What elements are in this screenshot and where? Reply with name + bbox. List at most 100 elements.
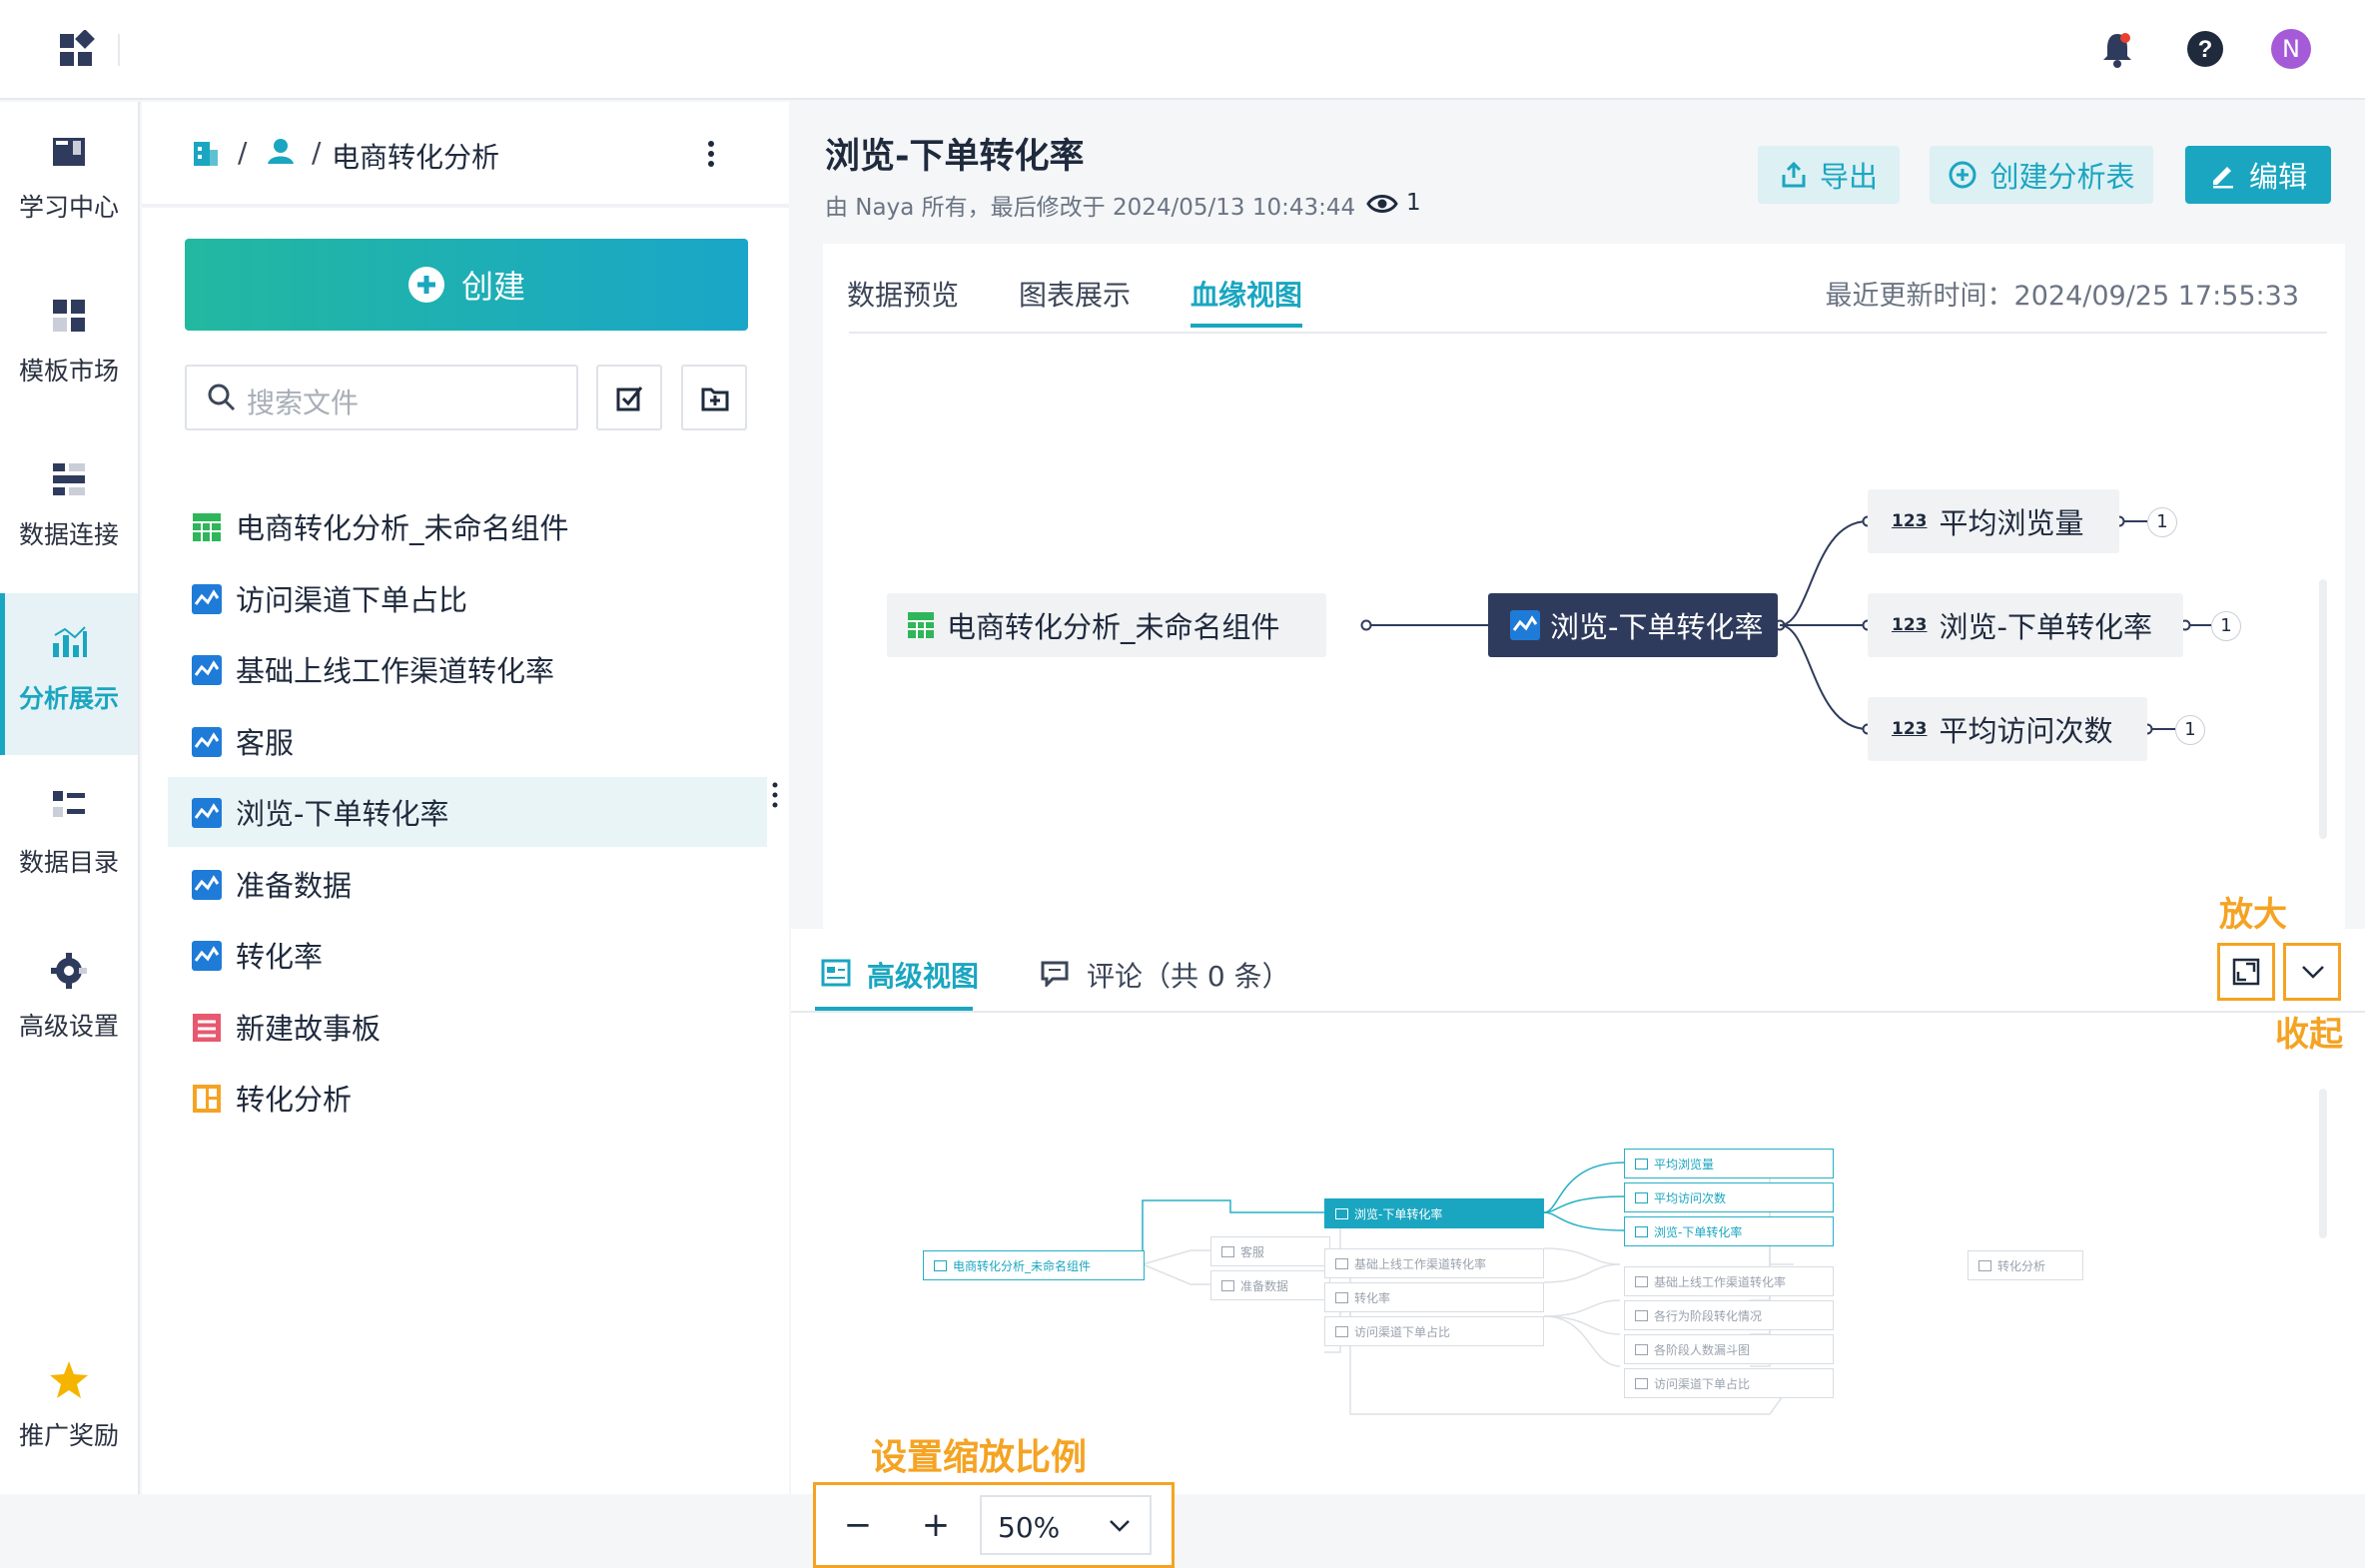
minimap-node[interactable]: 基础上线工作渠道转化率 (1324, 1248, 1544, 1278)
file-item[interactable]: 新建故事板 (168, 992, 767, 1062)
minimap-node-label: 基础上线工作渠道转化率 (1654, 1274, 1787, 1289)
nav-item-settings[interactable]: 高级设置 (0, 921, 138, 1083)
search-input[interactable]: 搜索文件 (185, 365, 578, 430)
tab-comments[interactable]: 评论（共 0 条） (1087, 955, 1290, 995)
expand-button[interactable] (2217, 943, 2275, 1001)
minimap-node[interactable]: 基础上线工作渠道转化率 (1624, 1266, 1834, 1296)
resize-handle-icon[interactable] (771, 781, 779, 809)
export-icon (1782, 161, 1806, 188)
minimap-node[interactable]: 浏览-下单转化率 (1324, 1198, 1544, 1228)
user-icon[interactable] (266, 136, 296, 166)
template-icon (53, 300, 85, 332)
detail-header: 浏览-下单转化率 由 Naya 所有，最后修改于 2024/05/13 10:4… (791, 102, 2365, 244)
app-grid-icon[interactable] (58, 30, 98, 70)
nav-item-templates[interactable]: 模板市场 (0, 266, 138, 427)
tab-advanced-view[interactable]: 高级视图 (867, 955, 979, 995)
node-icon (1635, 1158, 1648, 1170)
node-icon (1635, 1309, 1648, 1321)
annotation-label: 设置缩放比例 (871, 1437, 1088, 1478)
divider (142, 204, 789, 208)
node-label: 浏览-下单转化率 (1939, 610, 2152, 644)
count-badge[interactable]: 1 (2211, 611, 2241, 641)
vertical-scrollbar[interactable] (2319, 1089, 2327, 1238)
zoom-in-button[interactable]: + (914, 1503, 958, 1547)
folder-plus-icon (701, 388, 729, 411)
vertical-scrollbar[interactable] (2319, 579, 2327, 839)
new-folder-button[interactable] (681, 365, 747, 430)
bottom-panel: 高级视图 评论（共 0 条） 放大 收起 电商转化分析_未命名组件 客服 准备数… (791, 895, 2365, 1568)
bell-icon[interactable] (2097, 30, 2137, 70)
number-field-icon: 123 (1892, 511, 1928, 531)
file-item[interactable]: 浏览-下单转化率 (168, 777, 767, 847)
file-name: 转化率 (236, 940, 324, 974)
breadcrumb-title[interactable]: 电商转化分析 (332, 136, 499, 176)
lineage-node-output[interactable]: 123 浏览-下单转化率 (1868, 593, 2183, 657)
number-field-icon: 123 (1892, 719, 1928, 739)
check-square-icon (616, 387, 643, 411)
chevron-down-icon (2302, 966, 2324, 979)
file-item[interactable]: 访问渠道下单占比 (168, 563, 767, 633)
building-icon[interactable] (192, 138, 220, 168)
lineage-node-output[interactable]: 123 平均访问次数 (1868, 697, 2147, 761)
annotation-zoom-in: 放大 (2219, 887, 2287, 936)
create-table-button[interactable]: 创建分析表 (1930, 146, 2153, 204)
expand-icon (2232, 958, 2260, 986)
minimap-node[interactable]: 浏览-下单转化率 (1624, 1216, 1834, 1246)
nav-item-learning[interactable]: 学习中心 (0, 102, 138, 264)
minimap-node[interactable]: 平均浏览量 (1624, 1149, 1834, 1178)
file-item[interactable]: 转化率 (168, 920, 767, 990)
nav-item-catalog[interactable]: 数据目录 (0, 757, 138, 919)
line-chart-icon (192, 798, 222, 828)
minimap-node-label: 访问渠道下单占比 (1354, 1324, 1451, 1339)
comment-icon (1041, 961, 1069, 987)
help-icon[interactable]: ? (2185, 29, 2225, 69)
line-chart-icon (1510, 610, 1540, 640)
create-label: 创建 (460, 268, 525, 306)
file-item[interactable]: 电商转化分析_未命名组件 (168, 491, 767, 561)
node-icon (934, 1259, 947, 1271)
minimap-node-label: 平均访问次数 (1654, 1190, 1727, 1205)
annotation-label: 放大 (2219, 895, 2287, 935)
lineage-node-output[interactable]: 123 平均浏览量 (1868, 489, 2119, 553)
nav-item-promo[interactable]: 推广奖励 (0, 1330, 138, 1492)
bottom-tabs: 高级视图 评论（共 0 条） 放大 收起 (791, 895, 2365, 1055)
zoom-out-button[interactable]: − (836, 1503, 880, 1547)
multi-select-button[interactable] (596, 365, 662, 430)
minimap-node[interactable]: 准备数据 (1210, 1270, 1330, 1300)
edit-button[interactable]: 编辑 (2185, 146, 2331, 204)
minimap-node[interactable]: 客服 (1210, 1236, 1330, 1266)
file-item[interactable]: 准备数据 (168, 849, 767, 919)
minimap-node-label: 浏览-下单转化率 (1354, 1206, 1443, 1221)
file-item[interactable]: 客服 (168, 706, 767, 776)
avatar[interactable]: N (2271, 29, 2311, 69)
zoom-select[interactable]: 50% (980, 1495, 1152, 1555)
lineage-node-current[interactable]: 浏览-下单转化率 (1488, 593, 1778, 657)
minimap-node-source[interactable]: 电商转化分析_未命名组件 (923, 1250, 1145, 1280)
book-icon (53, 138, 85, 166)
node-icon (1221, 1279, 1234, 1291)
minimap-node-end[interactable]: 转化分析 (1968, 1250, 2083, 1280)
minimap-node[interactable]: 访问渠道下单占比 (1624, 1368, 1834, 1398)
more-vertical-icon[interactable] (705, 138, 717, 170)
minimap-node-label: 客服 (1240, 1244, 1265, 1259)
zoom-control: − + 50% (813, 1482, 1175, 1568)
export-button[interactable]: 导出 (1758, 146, 1900, 204)
minimap-node[interactable]: 访问渠道下单占比 (1324, 1316, 1544, 1346)
collapse-button[interactable] (2283, 943, 2341, 1001)
count-badge[interactable]: 1 (2147, 507, 2177, 537)
minimap-node[interactable]: 各行为阶段转化情况 (1624, 1300, 1834, 1330)
minimap-node[interactable]: 各阶段人数漏斗图 (1624, 1334, 1834, 1364)
lineage-node-source[interactable]: 电商转化分析_未命名组件 (887, 593, 1326, 657)
minimap-node[interactable]: 平均访问次数 (1624, 1182, 1834, 1212)
node-label: 平均访问次数 (1939, 714, 2113, 748)
create-button[interactable]: 创建 (185, 239, 748, 331)
advanced-view-icon (821, 959, 851, 987)
node-icon (1635, 1343, 1648, 1355)
file-item[interactable]: 转化分析 (168, 1063, 767, 1133)
nav-item-analysis[interactable]: 分析展示 (0, 593, 138, 755)
chevron-down-icon (1110, 1520, 1130, 1532)
count-badge[interactable]: 1 (2175, 715, 2205, 745)
nav-item-data-connect[interactable]: 数据连接 (0, 429, 138, 591)
minimap-node[interactable]: 转化率 (1324, 1282, 1544, 1312)
file-item[interactable]: 基础上线工作渠道转化率 (168, 634, 767, 704)
